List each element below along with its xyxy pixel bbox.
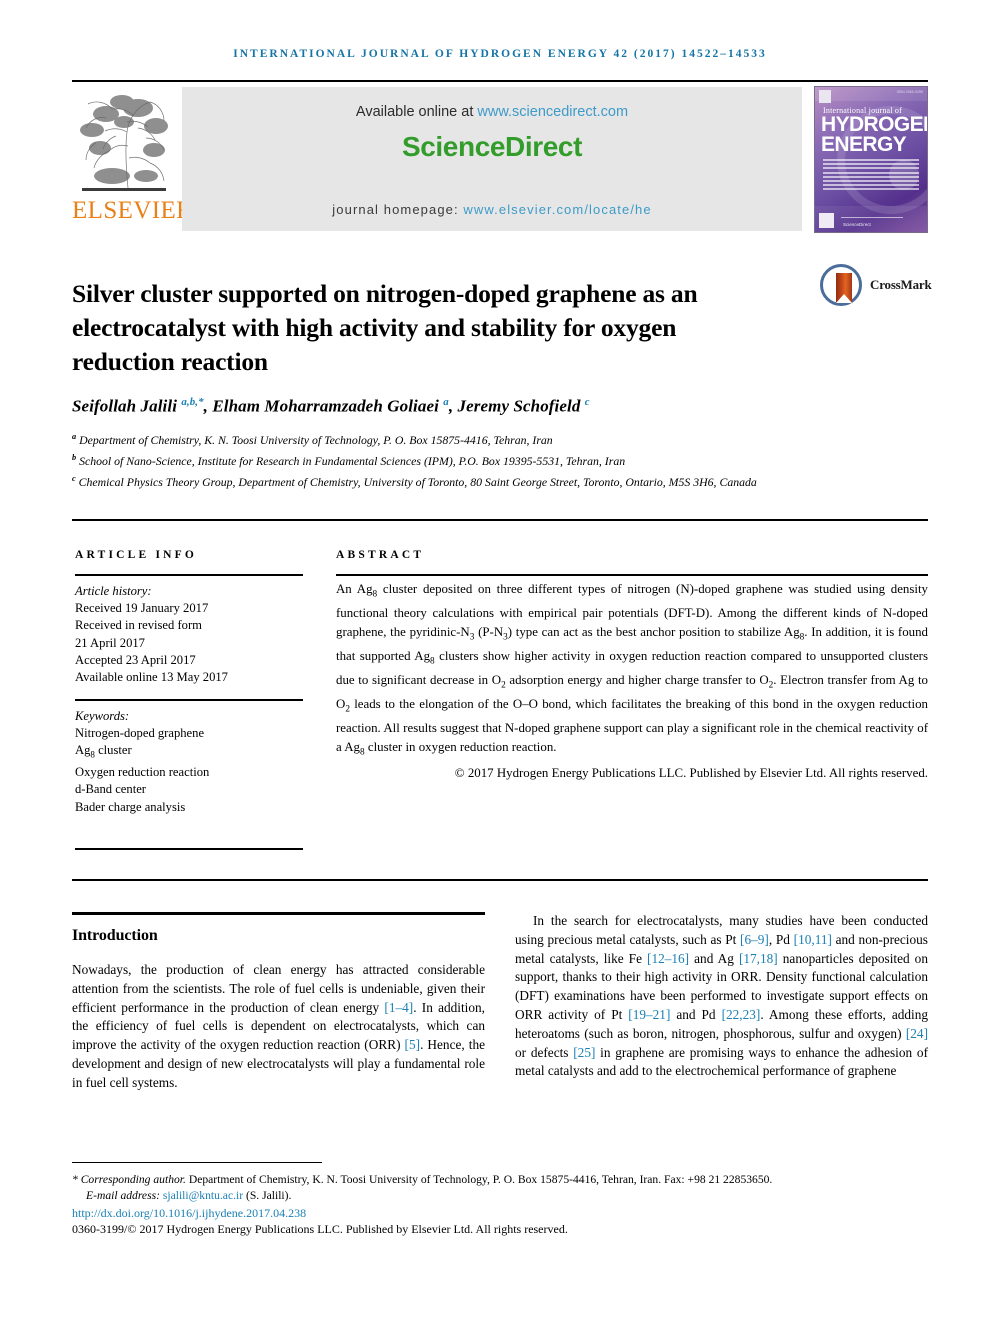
crossmark-notch-icon: [836, 294, 852, 303]
elsevier-logo: ELSEVIER: [72, 86, 194, 231]
footnote-rule: [72, 1162, 322, 1163]
abstract-body: An Ag8 cluster deposited on three differ…: [336, 580, 928, 783]
cover-publisher-text: ScienceDirect: [843, 222, 871, 227]
page-title: Silver cluster supported on nitrogen-dop…: [72, 279, 698, 377]
introduction-rule: [72, 912, 485, 915]
cover-issn-text: ISSN 0360-3199: [896, 90, 923, 94]
keyword-item: Oxygen reduction reaction: [75, 765, 210, 780]
affiliation-c-text: Chemical Physics Theory Group, Departmen…: [78, 474, 757, 489]
abstract-rule: [336, 574, 928, 576]
author-list: Seifollah Jalili a,b,*, Elham Moharramza…: [72, 396, 590, 416]
keywords-top-rule: [75, 699, 303, 701]
header-divider: [72, 80, 928, 82]
email-line: E-mail address: sjalili@kntu.ac.ir (S. J…: [72, 1188, 928, 1204]
corresponding-author-note: * Corresponding author. Department of Ch…: [72, 1173, 773, 1186]
affiliation-a: a Department of Chemistry, K. N. Toosi U…: [72, 432, 553, 447]
journal-masthead: ELSEVIER Available online at www.science…: [72, 86, 928, 233]
introduction-paragraph: Nowadays, the production of clean energy…: [72, 962, 486, 1090]
affiliation-list: a Department of Chemistry, K. N. Toosi U…: [72, 428, 872, 491]
cover-circle-decoration: [889, 160, 919, 190]
crossmark-ring-icon: [820, 264, 862, 306]
elsevier-tree-icon: [76, 88, 172, 198]
article-info-rule: [75, 574, 303, 576]
sciencedirect-logo[interactable]: ScienceDirect: [182, 131, 802, 163]
ihe-logo-icon: [819, 90, 831, 103]
affiliation-b: b School of Nano-Science, Institute for …: [72, 452, 626, 468]
paper-page: International Journal of Hydrogen Energy…: [0, 0, 992, 1323]
keyword-item: Nitrogen-doped graphene: [75, 726, 205, 741]
article-history-item: Available online 13 May 2017: [75, 670, 228, 685]
article-history-label: Article history:: [75, 584, 152, 598]
right-column: In the search for electrocatalysts, many…: [515, 912, 928, 1081]
keyword-item: Bader charge analysis: [75, 799, 186, 814]
keywords-block: Keywords: Nitrogen-doped graphene Ag8 cl…: [75, 708, 310, 816]
cover-ellipse-decoration: [837, 106, 927, 214]
email-label: E-mail address:: [86, 1188, 163, 1202]
article-history-item: 21 April 2017: [75, 635, 145, 650]
journal-homepage-label: journal homepage:: [332, 202, 464, 217]
running-head: International Journal of Hydrogen Energy…: [233, 48, 767, 60]
right-column-body: In the search for electrocatalysts, many…: [515, 912, 928, 1081]
abstract-copyright: © 2017 Hydrogen Energy Publications LLC.…: [454, 766, 928, 781]
email-owner: (S. Jalili).: [243, 1188, 292, 1202]
available-online-line: Available online at www.sciencedirect.co…: [182, 104, 802, 120]
keyword-item: Ag8 cluster: [75, 743, 132, 760]
available-online-label: Available online at: [355, 104, 478, 120]
left-column: Introduction Nowadays, the production of…: [72, 912, 485, 1093]
elsevier-wordmark: ELSEVIER: [72, 197, 194, 224]
introduction-body: Nowadays, the production of clean energy…: [72, 961, 485, 1093]
crossmark-label: CrossMark: [870, 277, 932, 292]
cover-bottom-rule: [841, 217, 903, 218]
article-history-item: Accepted 23 April 2017: [75, 652, 196, 667]
right-column-paragraph: In the search for electrocatalysts, many…: [515, 913, 929, 1079]
sciencedirect-url-link[interactable]: www.sciencedirect.com: [477, 104, 628, 120]
page-footer: * Corresponding author. Department of Ch…: [72, 1172, 928, 1237]
affiliation-a-text: Department of Chemistry, K. N. Toosi Uni…: [79, 432, 553, 447]
introduction-heading: Introduction: [72, 927, 158, 944]
sciencedirect-band: Available online at www.sciencedirect.co…: [182, 87, 802, 231]
article-info-heading: ARTICLE INFO: [75, 549, 198, 561]
issn-copyright-line: 0360-3199/© 2017 Hydrogen Energy Publica…: [72, 1221, 568, 1236]
journal-homepage-line: journal homepage: www.elsevier.com/locat…: [182, 202, 802, 217]
title-section-divider: [72, 519, 928, 521]
abstract-section-divider: [72, 879, 928, 881]
doi-link[interactable]: http://dx.doi.org/10.1016/j.ijhydene.201…: [72, 1206, 928, 1222]
abstract-text: An Ag8 cluster deposited on three differ…: [336, 582, 929, 758]
abstract-heading: ABSTRACT: [336, 549, 425, 561]
article-history-item: Received 19 January 2017: [75, 601, 209, 616]
crossmark-badge[interactable]: CrossMark: [820, 264, 932, 310]
affiliation-b-text: School of Nano-Science, Institute for Re…: [79, 453, 626, 468]
article-history-block: Article history: Received 19 January 201…: [75, 583, 310, 686]
keywords-bottom-rule: [75, 848, 303, 850]
keyword-item: d-Band center: [75, 782, 146, 797]
affiliation-c: c Chemical Physics Theory Group, Departm…: [72, 473, 757, 489]
journal-cover-thumbnail: ISSN 0360-3199 International journal of …: [814, 86, 928, 233]
journal-homepage-link[interactable]: www.elsevier.com/locate/he: [463, 202, 651, 217]
article-history-item: Received in revised form: [75, 618, 202, 633]
cover-ihe-badge-icon: [819, 213, 834, 228]
email-link[interactable]: sjalili@kntu.ac.ir: [163, 1189, 243, 1202]
keywords-label: Keywords:: [75, 709, 130, 723]
